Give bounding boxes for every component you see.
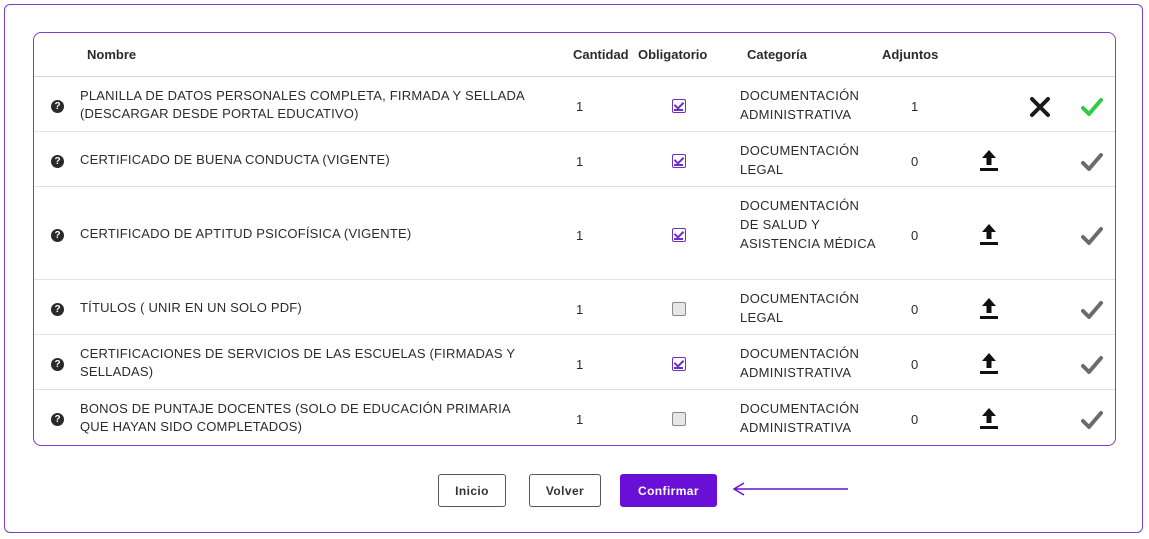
document-name: PLANILLA DE DATOS PERSONALES COMPLETA, F…: [80, 87, 525, 121]
question-circle-icon[interactable]: ?: [51, 99, 64, 113]
document-name: CERTIFICADO DE BUENA CONDUCTA (VIGENTE): [80, 151, 390, 167]
question-circle-icon[interactable]: ?: [51, 412, 64, 426]
quantity-value: 1: [576, 153, 584, 169]
table-row: ? PLANILLA DE DATOS PERSONALES COMPLETA, …: [34, 77, 1115, 132]
required-checkbox[interactable]: [672, 301, 686, 316]
upload-icon[interactable]: [978, 351, 1000, 375]
confirmar-button[interactable]: Confirmar: [620, 474, 717, 507]
header-nombre: Nombre: [87, 47, 137, 62]
arrow-left-icon: [732, 482, 848, 496]
checkmark-icon[interactable]: [1080, 152, 1104, 172]
table-row: ? CERTIFICADO DE BUENA CONDUCTA (VIGENTE)…: [34, 132, 1115, 187]
document-name: CERTIFICADO DE APTITUD PSICOFÍSICA (VIGE…: [80, 225, 412, 241]
table-header: Nombre Cantidad Obligatorio Categoría Ad…: [34, 33, 1115, 77]
document-name: CERTIFICACIONES DE SERVICIOS DE LAS ESCU…: [80, 345, 516, 379]
document-name: TÍTULOS ( UNIR EN UN SOLO PDF): [80, 299, 302, 315]
quantity-value: 1: [576, 301, 584, 317]
upload-icon[interactable]: [978, 296, 1000, 320]
header-categoria: Categoría: [747, 47, 807, 62]
required-checkbox[interactable]: [672, 227, 686, 242]
required-checkbox[interactable]: [672, 153, 686, 168]
checkmark-icon[interactable]: [1080, 300, 1104, 320]
required-checkbox[interactable]: [672, 356, 686, 371]
document-name: BONOS DE PUNTAJE DOCENTES (SOLO DE EDUCA…: [80, 400, 511, 434]
required-checkbox[interactable]: [672, 98, 686, 113]
category-value: DOCUMENTACIÓN ADMINISTRATIVA: [740, 345, 860, 380]
upload-icon[interactable]: [978, 222, 1000, 246]
attachments-count: 0: [911, 356, 919, 372]
table-row: ? CERTIFICADO DE APTITUD PSICOFÍSICA (VIG…: [34, 187, 1115, 280]
header-cantidad: Cantidad: [573, 47, 629, 62]
quantity-value: 1: [576, 98, 584, 114]
header-adjuntos: Adjuntos: [882, 47, 939, 62]
quantity-value: 1: [576, 227, 584, 243]
required-checkbox[interactable]: [672, 411, 686, 426]
category-value: DOCUMENTACIÓN ADMINISTRATIVA: [740, 87, 860, 122]
checkmark-icon[interactable]: [1080, 355, 1104, 375]
inicio-button[interactable]: Inicio: [438, 474, 506, 507]
category-value: DOCUMENTACIÓN LEGAL: [740, 290, 860, 325]
question-circle-icon[interactable]: ?: [51, 357, 64, 371]
question-circle-icon[interactable]: ?: [51, 302, 64, 316]
attachments-count: 0: [911, 411, 919, 427]
quantity-value: 1: [576, 356, 584, 372]
table-row: ? CERTIFICACIONES DE SERVICIOS DE LAS ESC…: [34, 335, 1115, 390]
category-value: DOCUMENTACIÓN LEGAL: [740, 142, 860, 177]
close-icon[interactable]: [1029, 96, 1051, 118]
checkmark-icon[interactable]: [1080, 226, 1104, 246]
upload-icon[interactable]: [978, 148, 1000, 172]
checkmark-icon: [1081, 97, 1103, 116]
attachments-count: 1: [911, 98, 919, 114]
attachments-count: 0: [911, 301, 919, 317]
upload-icon[interactable]: [978, 406, 1000, 430]
requirements-table: Nombre Cantidad Obligatorio Categoría Ad…: [33, 32, 1116, 446]
header-obligatorio: Obligatorio: [638, 47, 708, 62]
question-circle-icon[interactable]: ?: [51, 228, 64, 242]
quantity-value: 1: [576, 411, 584, 427]
volver-button[interactable]: Volver: [529, 474, 601, 507]
table-row: ? TÍTULOS ( UNIR EN UN SOLO PDF) 1 DOCUMENT…: [34, 280, 1115, 335]
category-value: DOCUMENTACIÓN ADMINISTRATIVA: [740, 400, 860, 435]
question-circle-icon[interactable]: ?: [51, 154, 64, 168]
category-value: DOCUMENTACIÓN DE SALUD Y ASISTENCIA MÉDI…: [740, 197, 876, 251]
table-row: ? BONOS DE PUNTAJE DOCENTES (SOLO DE EDUC…: [34, 390, 1115, 445]
checkmark-icon[interactable]: [1080, 410, 1104, 430]
attachments-count: 0: [911, 153, 919, 169]
attachments-count: 0: [911, 227, 919, 243]
